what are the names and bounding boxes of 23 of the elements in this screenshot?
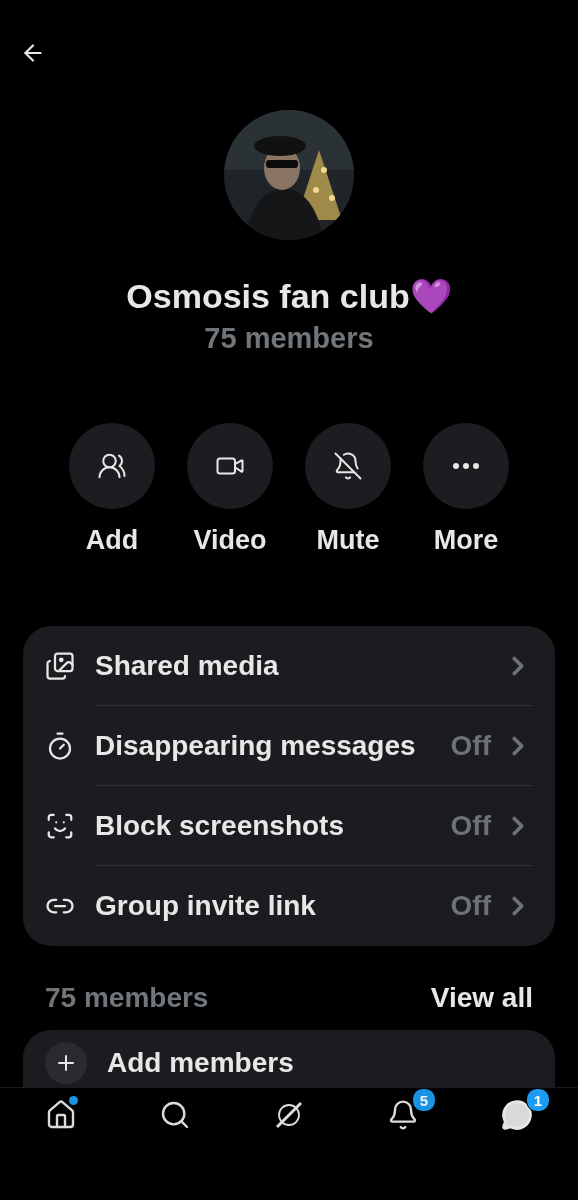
setting-value: Off bbox=[450, 809, 491, 842]
action-label: Video bbox=[193, 525, 267, 556]
view-all-link[interactable]: View all bbox=[430, 982, 533, 1014]
setting-value: Off bbox=[450, 890, 491, 922]
member-count: 75 members bbox=[204, 322, 374, 355]
setting-label: Group invite link bbox=[95, 890, 317, 922]
count-badge: 1 bbox=[526, 1088, 550, 1112]
add-members-label: Add members bbox=[107, 1046, 294, 1079]
action-label: Add bbox=[85, 525, 139, 556]
settings-row[interactable]: Block screenshots Off bbox=[95, 786, 533, 866]
setting-value: Off bbox=[450, 729, 491, 762]
settings-row[interactable]: Disappearing messages Off bbox=[95, 706, 533, 786]
setting-label: Disappearing messages bbox=[95, 729, 417, 762]
section-title: 75 members bbox=[45, 982, 209, 1014]
setting-label: Block screenshots bbox=[95, 809, 345, 842]
action-label: Mute bbox=[316, 525, 380, 556]
add-members-row[interactable]: Add members bbox=[23, 1030, 555, 1087]
settings-row[interactable]: Shared media bbox=[95, 626, 533, 706]
settings-row[interactable]: Group invite link Off bbox=[95, 866, 533, 946]
count-badge: 5 bbox=[412, 1088, 436, 1112]
group-name: Osmosis fan club💜 bbox=[126, 276, 452, 316]
action-label: More bbox=[433, 525, 499, 556]
setting-label: Shared media bbox=[95, 649, 280, 682]
